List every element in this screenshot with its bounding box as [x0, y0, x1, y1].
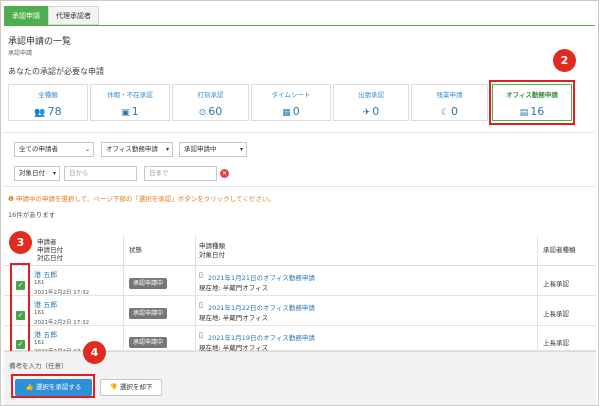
header-target-date: 対応日付 — [37, 254, 63, 262]
notice-text: 申請中の申請を選択して、ページ下部の「選択を承認」ボタンをクリックしてください。 — [15, 195, 275, 203]
highlight-checkboxes — [10, 263, 30, 356]
breadcrumb: 承認申請 — [8, 50, 33, 57]
type-select[interactable]: オフィス勤務申請 ▾ — [101, 142, 173, 157]
plane-icon: ✈ — [362, 108, 371, 118]
applicant-sub: 161 — [34, 340, 45, 346]
card-label: 残業申請 — [436, 91, 463, 99]
reject-selected-button[interactable]: 👎 選択を却下 — [100, 379, 162, 396]
column-divider — [123, 236, 124, 358]
approver-type: 上長承認 — [543, 339, 569, 347]
divider — [4, 186, 595, 187]
applicant-select-value: 全ての申請者 — [19, 145, 58, 153]
header-kind-target: 対象日付 — [199, 251, 225, 259]
card-count: 0 — [451, 105, 459, 118]
people-icon: 👥 — [34, 108, 46, 118]
card-count: 1 — [131, 105, 139, 118]
clear-date-icon[interactable]: ✕ — [220, 169, 229, 178]
header-status: 状態 — [129, 246, 142, 254]
column-divider — [537, 236, 538, 358]
header-kind: 申請種類 — [199, 242, 225, 250]
card-count: 78 — [47, 105, 62, 118]
status-select[interactable]: 承認申請中 ▾ — [179, 142, 247, 157]
card-label: 全種類 — [38, 91, 58, 99]
clock-icon: ⊙ — [198, 108, 207, 118]
thumbs-down-icon: 👎 — [109, 383, 118, 391]
date-from-placeholder: 日から — [69, 169, 89, 177]
card-label: タイムシート — [271, 91, 311, 99]
date-target-select[interactable]: 対象日付 ▾ — [14, 166, 60, 181]
approver-type: 上長承認 — [543, 310, 569, 318]
chevron-down-icon: ⌄ — [84, 146, 90, 153]
status-badge: 承認申請中 — [129, 278, 168, 289]
location-text: 現在地: 半蔵門オフィス — [199, 284, 269, 292]
card-label: 打刻承認 — [197, 91, 224, 99]
tab-approval-requests[interactable]: 承認申請 — [4, 6, 48, 25]
info-icon: ❶ — [8, 195, 14, 203]
calendar-plus-icon: ▣ — [121, 108, 130, 118]
date-from-input[interactable]: 日から — [64, 166, 137, 181]
divider — [4, 132, 595, 133]
page-title: 承認申請の一覧 — [8, 37, 72, 47]
applicant-select[interactable]: 全ての申請者 ⌄ — [14, 142, 94, 157]
tab-proxy-approver[interactable]: 代理承認者 — [48, 6, 99, 25]
header-applied-date: 申請日付 — [37, 246, 63, 254]
request-link[interactable]: 2021年1月21日のオフィス勤務申請 — [208, 272, 315, 282]
applicant-name[interactable]: 港 五郎 — [34, 300, 57, 310]
tab-bar: 承認申請 代理承認者 — [4, 6, 99, 25]
header-approver: 承認者種類 — [543, 246, 576, 254]
card-overtime[interactable]: 残業申請 ☾ 0 — [411, 84, 488, 121]
card-label: 休暇・不在承認 — [107, 91, 153, 99]
status-select-value: 承認申請中 — [184, 145, 217, 153]
table-header — [4, 236, 596, 266]
column-divider — [195, 236, 196, 358]
header-applicant: 申請者 — [37, 238, 57, 246]
applied-datetime: 2021年2月2日 17:32 — [34, 290, 90, 296]
status-badge: 承認申請中 — [129, 308, 168, 319]
document-icon: ▯ — [199, 331, 203, 339]
applicant-sub: 161 — [34, 280, 45, 286]
status-badge: 承認申請中 — [129, 337, 168, 348]
location-text: 現在地: 半蔵門オフィス — [199, 314, 269, 322]
card-count: 0 — [292, 105, 300, 118]
calendar-icon: ▦ — [282, 108, 291, 118]
card-count: 0 — [372, 105, 380, 118]
applicant-name[interactable]: 港 五郎 — [34, 330, 57, 340]
applied-datetime: 2021年2月2日 17:32 — [34, 320, 90, 326]
document-icon: ▯ — [199, 271, 203, 279]
type-select-value: オフィス勤務申請 — [106, 145, 158, 153]
callout-badge-2: 2 — [553, 49, 576, 72]
highlight-approve-button — [11, 374, 95, 398]
card-leave-approval[interactable]: 休暇・不在承認 ▣ 1 — [90, 84, 170, 121]
card-business-trip[interactable]: 出張承認 ✈ 0 — [333, 84, 409, 121]
card-all-types[interactable]: 全種類 👥 78 — [8, 84, 88, 121]
callout-badge-3: 3 — [9, 231, 32, 254]
card-label: 出張承認 — [358, 91, 384, 99]
applicant-sub: 161 — [34, 310, 45, 316]
remark-input[interactable]: 備考を入力（任意） — [9, 360, 68, 370]
approver-type: 上長承認 — [543, 280, 569, 288]
tab-underline — [4, 25, 595, 26]
card-count: 60 — [208, 105, 223, 118]
result-count: 16件があります — [8, 211, 56, 219]
document-icon: ▯ — [199, 301, 203, 309]
chevron-down-icon: ▾ — [52, 170, 56, 177]
applicant-name[interactable]: 港 五郎 — [34, 270, 57, 280]
request-link[interactable]: 2021年1月22日のオフィス勤務申請 — [208, 302, 315, 312]
request-link[interactable]: 2021年1月19日のオフィス勤務申請 — [208, 332, 315, 342]
section-title: あなたの承認が必要な申請 — [8, 67, 104, 76]
card-timesheet[interactable]: タイムシート ▦ 0 — [251, 84, 331, 121]
highlight-office-card — [489, 80, 575, 125]
approval-page: 承認申請 代理承認者 承認申請の一覧 承認申請 あなたの承認が必要な申請 全種類… — [0, 0, 599, 406]
moon-icon: ☾ — [440, 108, 450, 118]
notice-message: ❶ 申請中の申請を選択して、ページ下部の「選択を承認」ボタンをクリックしてくださ… — [8, 193, 275, 203]
card-stamp-approval[interactable]: 打刻承認 ⊙ 60 — [172, 84, 249, 121]
date-to-input[interactable]: 日まで — [144, 166, 217, 181]
chevron-down-icon: ▾ — [239, 146, 243, 153]
date-to-placeholder: 日まで — [149, 169, 169, 177]
reject-label: 選択を却下 — [119, 383, 153, 391]
callout-badge-4: 4 — [83, 341, 106, 364]
chevron-down-icon: ▾ — [165, 146, 169, 153]
date-target-value: 対象日付 — [19, 169, 45, 177]
